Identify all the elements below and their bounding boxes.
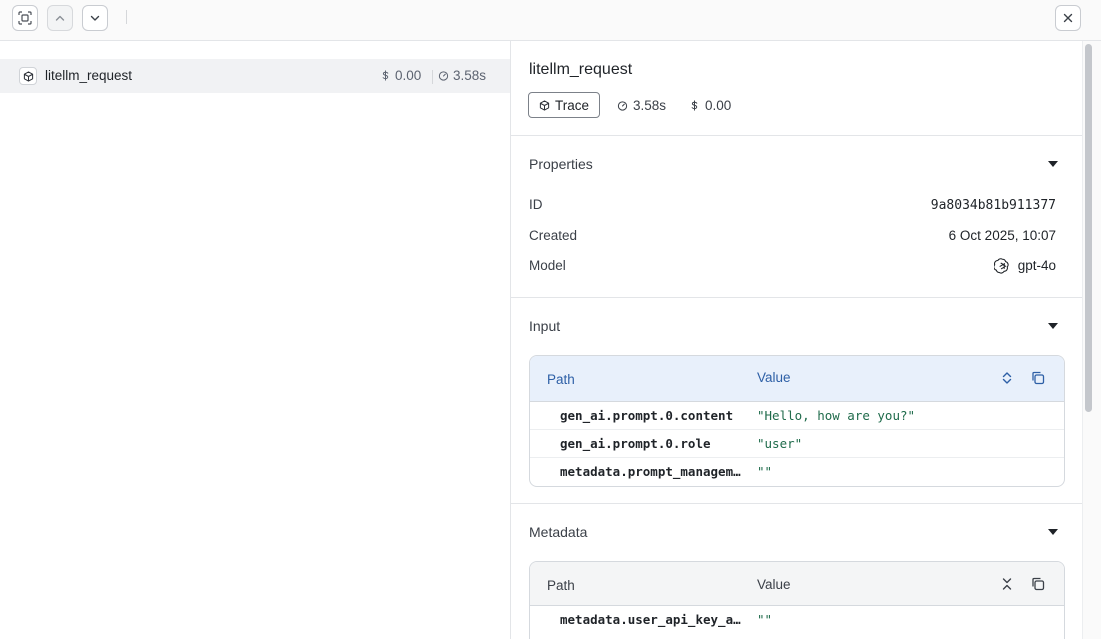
- copy-icon[interactable]: [1030, 576, 1046, 592]
- openai-icon: [993, 258, 1009, 274]
- model-name: gpt-4o: [1017, 258, 1056, 273]
- property-value-id: 9a8034b81b911377: [930, 198, 1056, 213]
- caret-down-icon[interactable]: [1048, 529, 1058, 535]
- gauge-icon: [438, 71, 449, 81]
- section-divider: [511, 503, 1082, 504]
- scan-icon: [18, 11, 32, 25]
- detail-cost: 0.00: [689, 98, 731, 113]
- table-row[interactable]: metadata.user_api_key_alias "": [530, 606, 1064, 634]
- input-table: Path Value gen_ai.prompt.0.content "Hell…: [529, 355, 1065, 487]
- detail-duration-value: 3.58s: [633, 98, 667, 113]
- tree-item-label: litellm_request: [45, 68, 133, 83]
- value-column-header: Value: [757, 370, 791, 385]
- row-path: gen_ai.prompt.0.role: [560, 436, 711, 451]
- toolbar: [0, 0, 1101, 41]
- dollar-icon: [382, 70, 389, 81]
- row-value: "": [757, 612, 773, 627]
- dollar-icon: [691, 100, 698, 111]
- table-row[interactable]: gen_ai.prompt.0.content "Hello, how are …: [530, 402, 1064, 430]
- chevron-up-icon: [55, 15, 65, 21]
- cube-icon: [19, 67, 37, 85]
- section-divider: [511, 297, 1082, 298]
- scrollbar-thumb[interactable]: [1085, 44, 1092, 412]
- gauge-icon: [617, 101, 628, 111]
- row-path: metadata.prompt_management_metadata: [560, 464, 742, 479]
- detail-panel: litellm_request Trace 3.58s 0.00 Propert…: [511, 41, 1082, 639]
- cube-icon: [539, 99, 550, 111]
- row-value: "Hello, how are you?": [757, 408, 916, 423]
- input-section-title[interactable]: Input: [529, 318, 560, 334]
- detail-duration: 3.58s: [617, 98, 666, 113]
- close-button[interactable]: [1055, 5, 1081, 31]
- property-value-created: 6 Oct 2025, 10:07: [948, 228, 1056, 243]
- trace-type-label: Trace: [554, 97, 589, 113]
- property-label-model: Model: [529, 258, 566, 273]
- trace-tree: litellm_request 0.00 3.58s: [0, 41, 510, 639]
- row-path: gen_ai.prompt.0.content: [560, 408, 734, 423]
- row-value: "": [757, 464, 773, 479]
- path-column-header: Path: [547, 372, 575, 387]
- detail-cost-value: 0.00: [705, 98, 732, 113]
- value-column-header: Value: [757, 577, 791, 592]
- tree-item-cost: 0.00: [380, 68, 421, 83]
- properties-section-title[interactable]: Properties: [529, 156, 593, 172]
- tree-item-litellm-request[interactable]: litellm_request 0.00 3.58s: [0, 59, 510, 93]
- toolbar-divider: [126, 10, 127, 24]
- table-row[interactable]: gen_ai.prompt.0.role "user": [530, 430, 1064, 458]
- tree-item-divider: [432, 70, 433, 84]
- focus-trace-button[interactable]: [12, 5, 38, 31]
- collapse-all-icon[interactable]: [999, 576, 1015, 592]
- section-divider: [511, 135, 1082, 136]
- property-label-id: ID: [529, 197, 543, 212]
- tree-item-cost-value: 0.00: [395, 68, 422, 83]
- tree-item-duration-value: 3.58s: [453, 68, 487, 83]
- tree-item-duration: 3.58s: [438, 68, 486, 83]
- caret-down-icon[interactable]: [1048, 323, 1058, 329]
- row-value: "user": [757, 436, 803, 451]
- row-path: metadata.user_api_key_alias: [560, 612, 742, 627]
- detail-title: litellm_request: [529, 61, 633, 78]
- table-row[interactable]: metadata.prompt_management_metadata "": [530, 458, 1064, 486]
- expand-all-icon[interactable]: [999, 370, 1015, 386]
- next-button[interactable]: [82, 5, 108, 31]
- copy-icon[interactable]: [1030, 370, 1046, 386]
- property-value-model: gpt-4o: [993, 257, 1056, 274]
- close-icon: [1063, 13, 1073, 23]
- metadata-table-header: Path Value: [530, 562, 1064, 606]
- path-column-header: Path: [547, 578, 575, 593]
- metadata-table: Path Value metadata.user_api_key_alias "…: [529, 561, 1065, 639]
- chevron-down-icon: [90, 15, 100, 21]
- input-table-header: Path Value: [530, 356, 1064, 402]
- caret-down-icon[interactable]: [1048, 161, 1058, 167]
- trace-type-badge[interactable]: Trace: [528, 92, 600, 118]
- metadata-section-title[interactable]: Metadata: [529, 524, 587, 540]
- previous-button[interactable]: [47, 5, 73, 31]
- property-label-created: Created: [529, 228, 578, 243]
